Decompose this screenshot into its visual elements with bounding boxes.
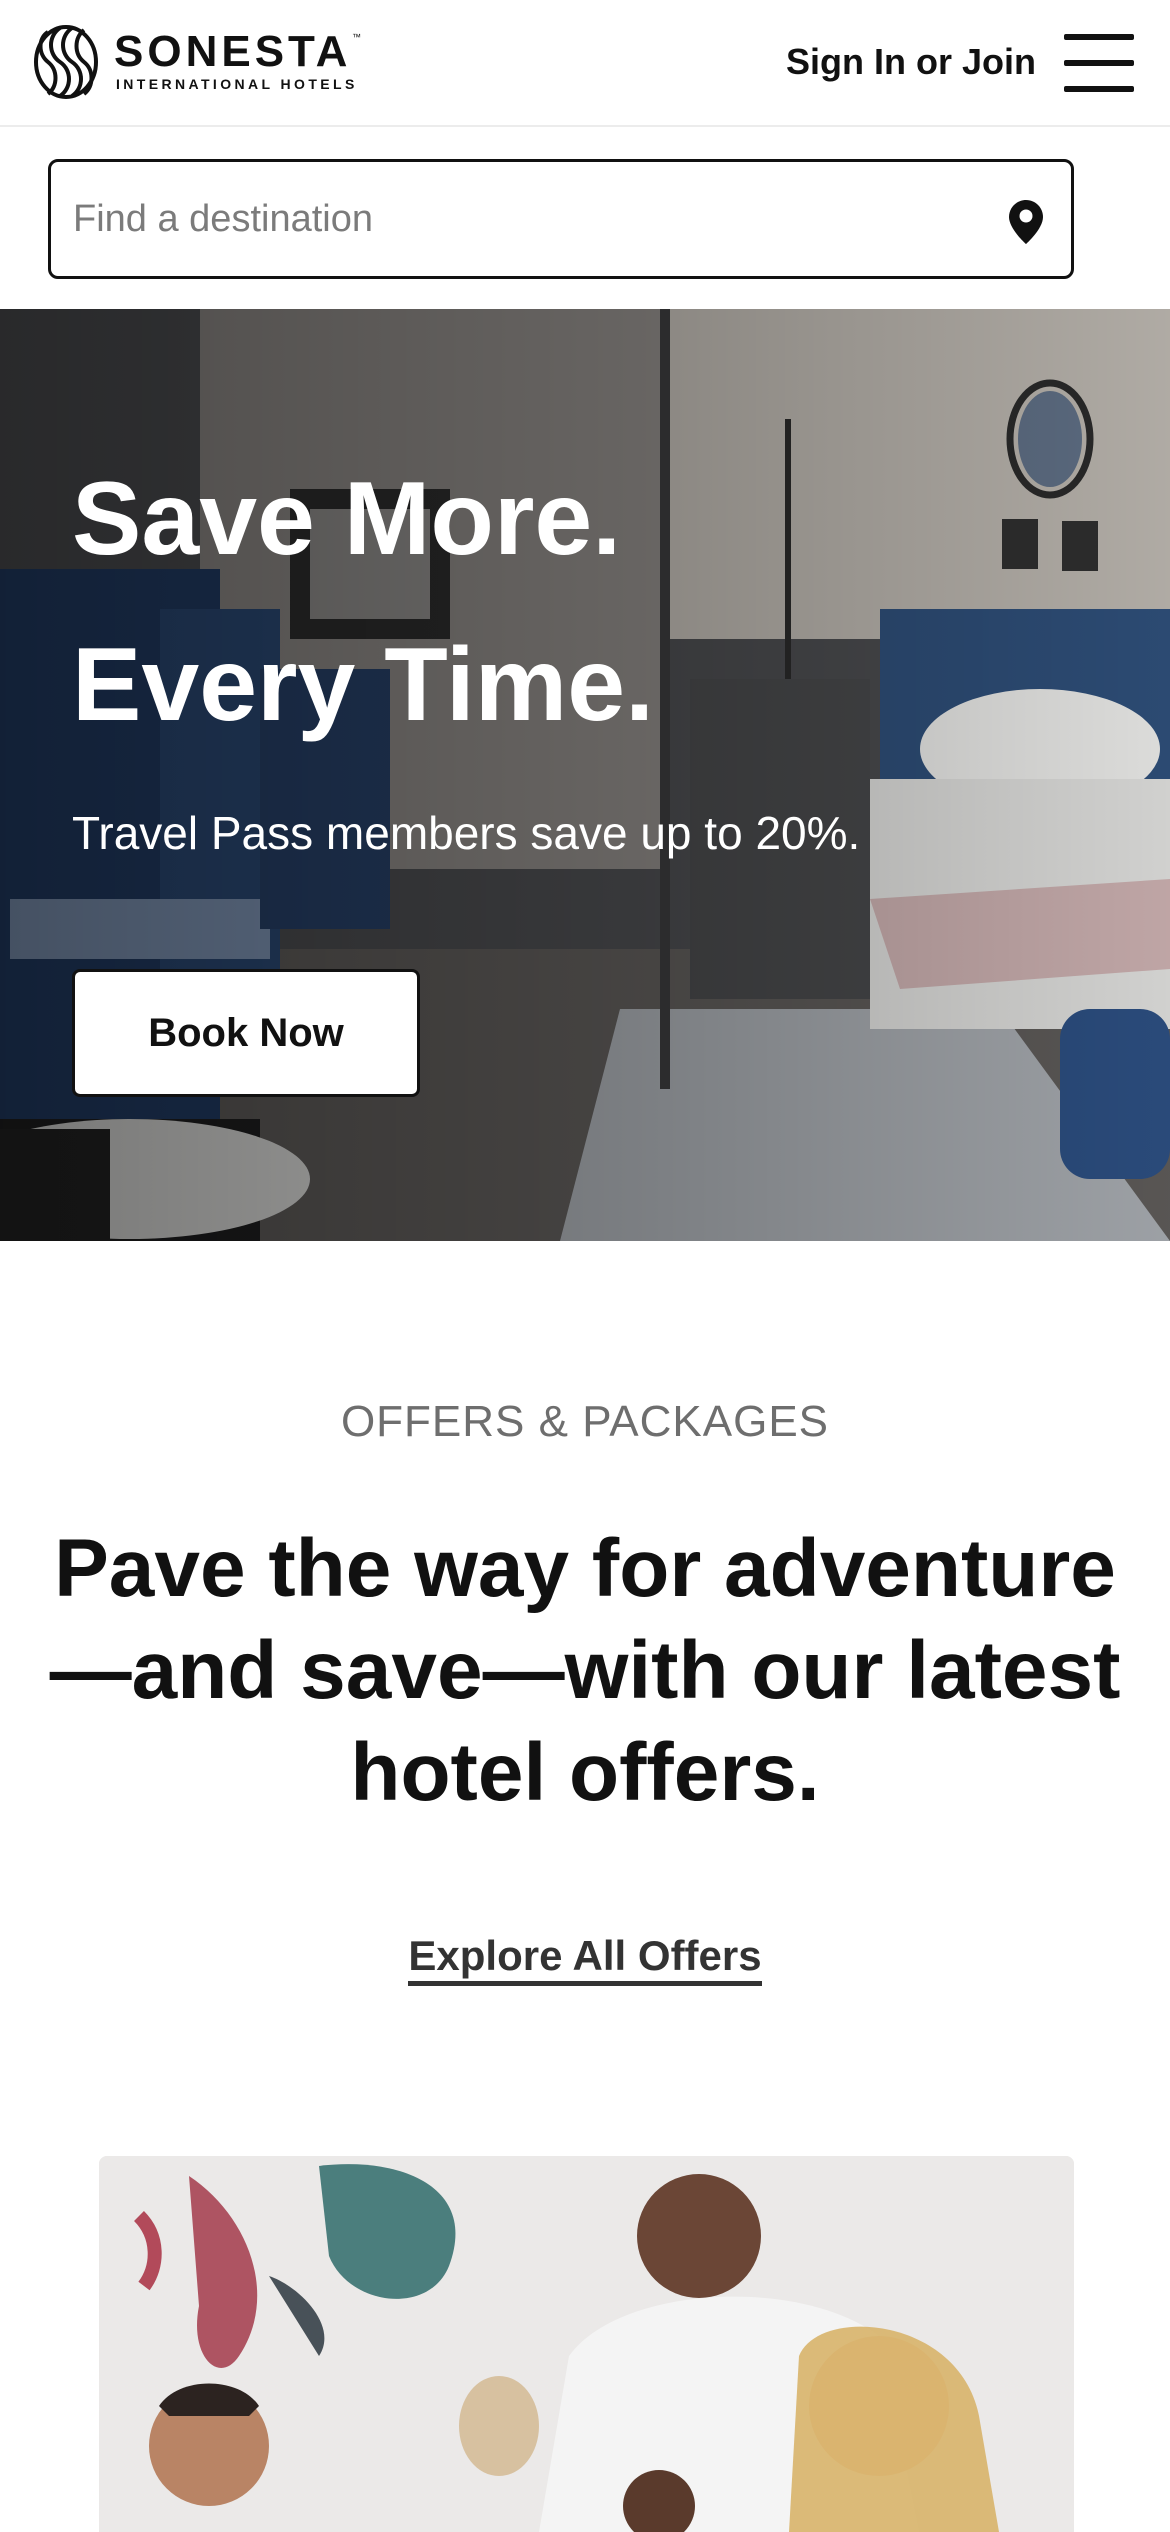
menu-bar [1064, 86, 1134, 92]
family-photo-image [99, 2156, 1074, 2532]
hamburger-menu-icon[interactable] [1064, 34, 1134, 92]
offers-eyebrow: OFFERS & PACKAGES [340, 1397, 830, 1446]
destination-search-input[interactable] [73, 162, 973, 276]
offer-promo-image[interactable] [99, 2156, 1074, 2532]
sonesta-logo-mark-icon [34, 25, 98, 99]
site-header: SONESTA ™ INTERNATIONAL HOTELS Sign In o… [0, 0, 1170, 127]
offers-headline: Pave the way for adventure—and save—with… [49, 1523, 1121, 1818]
menu-bar [1064, 34, 1134, 40]
explore-all-offers-link[interactable]: Explore All Offers [408, 1932, 762, 1986]
sonesta-logo[interactable]: SONESTA ™ INTERNATIONAL HOTELS [34, 24, 374, 100]
hero-banner: Save More. Every Time. Travel Pass membe… [0, 309, 1170, 1241]
hero-subtitle: Travel Pass members save up to 20%. [72, 807, 861, 859]
hero-overlay [0, 309, 1170, 1241]
destination-search [48, 159, 1074, 279]
hero-title-line-1: Save More. [72, 461, 622, 577]
brand-trademark: ™ [352, 32, 361, 42]
hero-title-line-2: Every Time. [72, 627, 655, 743]
sign-in-link[interactable]: Sign In or Join [786, 40, 1036, 84]
menu-bar [1064, 60, 1134, 66]
explore-offers-wrap: Explore All Offers [0, 1930, 1170, 1986]
brand-tagline: INTERNATIONAL HOTELS [116, 76, 358, 92]
map-pin-icon[interactable] [1009, 200, 1043, 244]
brand-name: SONESTA [114, 27, 352, 76]
book-now-button[interactable]: Book Now [72, 969, 420, 1097]
